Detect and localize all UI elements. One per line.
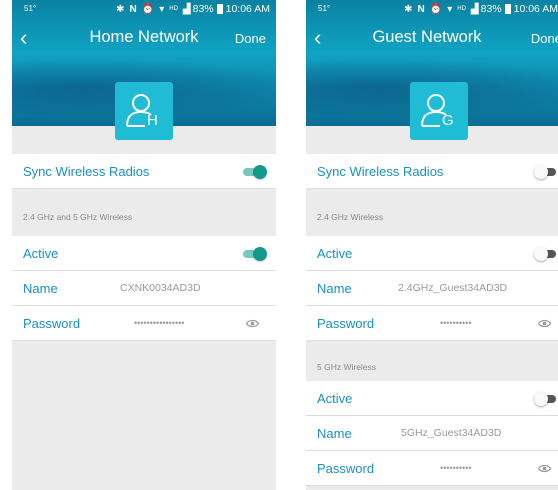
network-avatar: H <box>115 82 173 140</box>
nfc-icon: N <box>417 3 425 15</box>
name-24-row[interactable]: Name 2.4GHz_Guest34AD3D <box>306 271 558 306</box>
battery-icon <box>216 4 223 14</box>
done-button[interactable]: Done <box>235 31 266 46</box>
user-icon <box>421 94 447 127</box>
bluetooth-icon: ✱ <box>404 3 413 15</box>
active-toggle[interactable] <box>243 247 267 261</box>
active-label: Active <box>317 391 353 406</box>
password-5-row[interactable]: Password •••••••••• <box>306 451 558 486</box>
sync-wireless-radios-label: Sync Wireless Radios <box>317 164 444 179</box>
active-label: Active <box>23 246 59 261</box>
password-label: Password <box>317 461 375 476</box>
settings-list: Sync Wireless Radios 2.4 GHz and 5 GHz W… <box>12 150 276 490</box>
temperature: 51° <box>318 4 331 13</box>
nfc-icon: N <box>129 3 137 15</box>
password-value: •••••••••••••••• <box>134 318 185 328</box>
eye-icon[interactable] <box>538 319 551 328</box>
bluetooth-icon: ✱ <box>116 3 125 15</box>
section-header-2-4ghz: 2.4 GHz Wireless <box>317 212 384 222</box>
alarm-icon: ⏰ <box>141 3 155 15</box>
name-label: Name <box>317 426 352 441</box>
password-label: Password <box>317 316 375 331</box>
battery-icon <box>504 4 511 14</box>
ssid-24-value: 2.4GHz_Guest34AD3D <box>398 282 508 294</box>
section-header-5ghz: 5 GHz Wireless <box>317 362 377 372</box>
navbar: ‹ Home Network Done <box>12 26 276 52</box>
sync-wireless-radios-row: Sync Wireless Radios <box>12 154 276 189</box>
done-button[interactable]: Done <box>531 31 558 46</box>
toggle-thumb <box>534 247 548 261</box>
signal-icon: ▟ <box>470 3 479 15</box>
clock: 10:06 AM <box>225 3 270 15</box>
active-label: Active <box>317 246 353 261</box>
avatar-letter: H <box>147 112 158 129</box>
sync-wireless-radios-label: Sync Wireless Radios <box>23 164 150 179</box>
network-avatar: G <box>410 82 468 140</box>
wifi-icon: ▾ <box>447 3 453 15</box>
hd-label: HD <box>457 6 466 12</box>
section-header-wireless: 2.4 GHz and 5 GHz Wireless <box>23 212 133 222</box>
password-5-value: •••••••••• <box>440 463 472 473</box>
status-bar: 51° ✱ N ⏰ ▾ HD ▟ 83% 10:06 AM <box>12 0 276 18</box>
name-label: Name <box>23 281 58 296</box>
guest-network-screen: 51° ✱ N ⏰ ▾ HD ▟ 83% 10:06 AM ‹ Guest Ne… <box>306 0 558 490</box>
toggle-thumb <box>253 247 267 261</box>
active-row: Active <box>12 236 276 271</box>
avatar-letter: G <box>442 112 454 129</box>
clock: 10:06 AM <box>513 3 558 15</box>
user-icon <box>126 94 152 127</box>
name-5-row[interactable]: Name 5GHz_Guest34AD3D <box>306 416 558 451</box>
password-24-value: •••••••••• <box>440 318 472 328</box>
ssid-5-value: 5GHz_Guest34AD3D <box>401 427 502 439</box>
wifi-icon: ▾ <box>159 3 165 15</box>
password-24-row[interactable]: Password •••••••••• <box>306 306 558 341</box>
toggle-thumb <box>534 392 548 406</box>
battery-percent: 83% <box>192 3 214 15</box>
name-label: Name <box>317 281 352 296</box>
temperature: 51° <box>24 4 37 13</box>
sync-wireless-radios-row: Sync Wireless Radios <box>306 154 558 189</box>
toggle-thumb <box>534 165 548 179</box>
eye-icon[interactable] <box>246 319 259 328</box>
toggle-thumb <box>253 165 267 179</box>
alarm-icon: ⏰ <box>429 3 443 15</box>
active-5-toggle[interactable] <box>534 392 558 406</box>
sync-wireless-radios-toggle[interactable] <box>243 165 267 179</box>
active-24-row: Active <box>306 236 558 271</box>
signal-icon: ▟ <box>182 3 191 15</box>
status-bar: 51° ✱ N ⏰ ▾ HD ▟ 83% 10:06 AM <box>306 0 558 18</box>
password-label: Password <box>23 316 81 331</box>
settings-list: Sync Wireless Radios 2.4 GHz Wireless Ac… <box>306 150 558 490</box>
hd-label: HD <box>169 6 178 12</box>
page-title: Guest Network <box>372 28 482 46</box>
active-24-toggle[interactable] <box>534 247 558 261</box>
battery-percent: 83% <box>480 3 502 15</box>
navbar: ‹ Guest Network Done <box>306 26 558 52</box>
sync-wireless-radios-toggle[interactable] <box>534 165 558 179</box>
name-row[interactable]: Name CXNK0034AD3D <box>12 271 276 306</box>
ssid-value: CXNK0034AD3D <box>120 282 201 294</box>
active-5-row: Active <box>306 381 558 416</box>
home-network-screen: 51° ✱ N ⏰ ▾ HD ▟ 83% 10:06 AM ‹ Home Net… <box>12 0 276 490</box>
eye-icon[interactable] <box>538 464 551 473</box>
password-row[interactable]: Password •••••••••••••••• <box>12 306 276 341</box>
